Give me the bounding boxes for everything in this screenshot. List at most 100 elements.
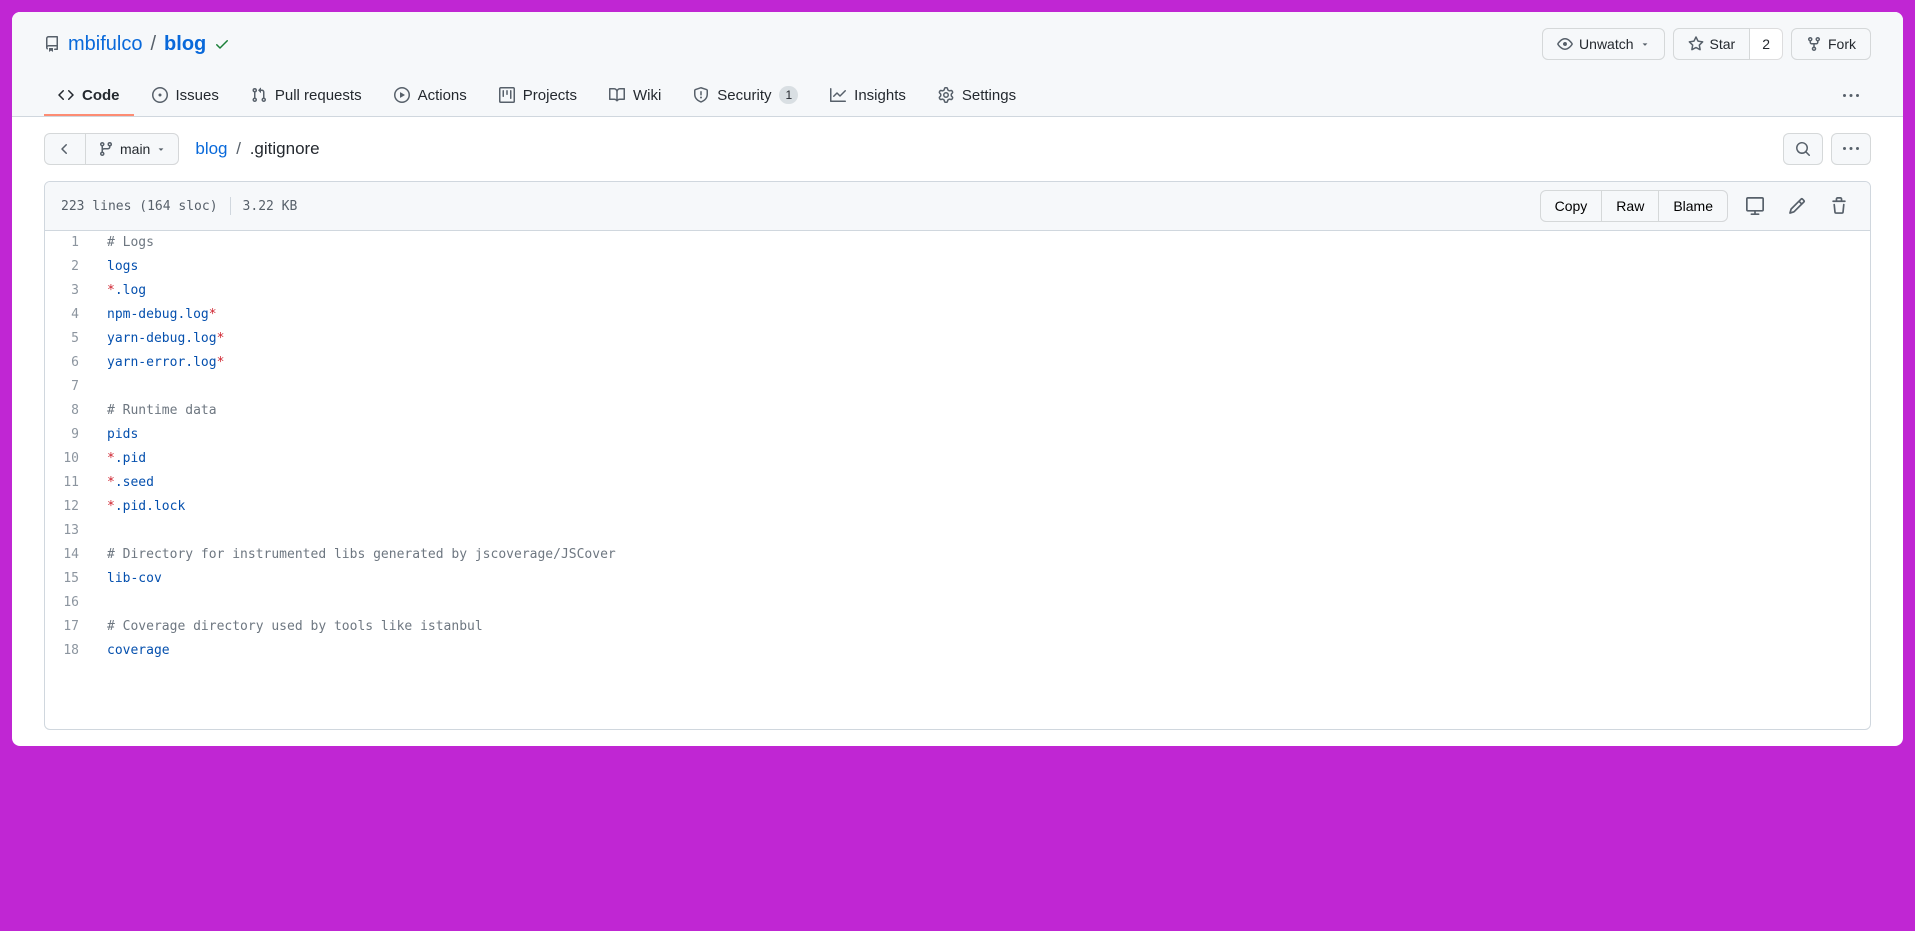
line-number[interactable]: 8 (45, 399, 95, 423)
tab-wiki-label: Wiki (633, 87, 661, 104)
repo-name-link[interactable]: blog (164, 33, 206, 56)
fork-button[interactable]: Fork (1791, 28, 1871, 60)
line-number[interactable]: 13 (45, 519, 95, 543)
code-area[interactable]: 1# Logs2logs3*.log4npm-debug.log*5yarn-d… (45, 231, 1870, 729)
line-content: logs (95, 255, 138, 279)
tab-issues[interactable]: Issues (138, 76, 233, 116)
kebab-icon (1843, 141, 1859, 157)
path-row: main blog / .gitignore (44, 133, 1871, 165)
line-content: npm-debug.log* (95, 303, 217, 327)
pull-request-icon (251, 87, 267, 103)
line-number[interactable]: 16 (45, 591, 95, 615)
file-size: 3.22 KB (243, 199, 298, 214)
tabs-overflow-button[interactable] (1831, 80, 1871, 112)
blame-button[interactable]: Blame (1659, 190, 1728, 222)
code-icon (58, 87, 74, 103)
line-number[interactable]: 7 (45, 375, 95, 399)
tab-code[interactable]: Code (44, 76, 134, 116)
line-content: *.pid (95, 447, 146, 471)
tab-settings[interactable]: Settings (924, 76, 1030, 116)
line-content: # Logs (95, 231, 154, 255)
branch-picker[interactable]: main (86, 133, 179, 165)
line-number[interactable]: 14 (45, 543, 95, 567)
line-number[interactable]: 5 (45, 327, 95, 351)
line-content: yarn-error.log* (95, 351, 224, 375)
tab-wiki[interactable]: Wiki (595, 76, 675, 116)
code-line: 3*.log (45, 279, 1870, 303)
line-number[interactable]: 18 (45, 639, 95, 663)
line-content: lib-cov (95, 567, 162, 591)
tab-pulls[interactable]: Pull requests (237, 76, 376, 116)
tab-projects[interactable]: Projects (485, 76, 591, 116)
nav-branch-group: main (44, 133, 179, 165)
line-number[interactable]: 15 (45, 567, 95, 591)
tab-settings-label: Settings (962, 87, 1016, 104)
app-window: mbifulco / blog Unwatch Star 2 (12, 12, 1903, 746)
line-number[interactable]: 4 (45, 303, 95, 327)
star-count[interactable]: 2 (1750, 28, 1783, 60)
repo-header: mbifulco / blog Unwatch Star 2 (12, 12, 1903, 117)
branch-icon (98, 141, 114, 157)
code-line: 6yarn-error.log* (45, 351, 1870, 375)
line-number[interactable]: 2 (45, 255, 95, 279)
file-view-group: Copy Raw Blame (1540, 190, 1728, 222)
line-content: pids (95, 423, 138, 447)
file-overflow-button[interactable] (1831, 133, 1871, 165)
code-line: 4npm-debug.log* (45, 303, 1870, 327)
stats-divider (230, 197, 231, 215)
copy-button[interactable]: Copy (1540, 190, 1603, 222)
tab-insights[interactable]: Insights (816, 76, 920, 116)
code-line: 17# Coverage directory used by tools lik… (45, 615, 1870, 639)
breadcrumb-root[interactable]: blog (195, 139, 227, 158)
line-number[interactable]: 10 (45, 447, 95, 471)
tab-security[interactable]: Security 1 (679, 76, 812, 116)
code-line: 14# Directory for instrumented libs gene… (45, 543, 1870, 567)
watch-button[interactable]: Unwatch (1542, 28, 1664, 60)
line-content: *.log (95, 279, 146, 303)
desktop-button[interactable] (1740, 191, 1770, 221)
line-number[interactable]: 3 (45, 279, 95, 303)
repo-owner-link[interactable]: mbifulco (68, 33, 142, 56)
line-content: *.seed (95, 471, 154, 495)
branch-name: main (120, 139, 150, 159)
line-content: *.pid.lock (95, 495, 185, 519)
line-number[interactable]: 11 (45, 471, 95, 495)
edit-button[interactable] (1782, 191, 1812, 221)
repo-tabs: Code Issues Pull requests Actions Projec… (44, 76, 1871, 116)
repo-title-row: mbifulco / blog Unwatch Star 2 (44, 28, 1871, 60)
gear-icon (938, 87, 954, 103)
content-area: main blog / .gitignore (12, 117, 1903, 746)
file-lines: 223 lines (164 sloc) (61, 199, 218, 214)
code-line: 1# Logs (45, 231, 1870, 255)
tab-projects-label: Projects (523, 87, 577, 104)
tab-actions[interactable]: Actions (380, 76, 481, 116)
line-number[interactable]: 6 (45, 351, 95, 375)
star-button[interactable]: Star (1673, 28, 1751, 60)
line-content (95, 591, 107, 615)
fork-icon (1806, 36, 1822, 52)
star-icon (1688, 36, 1704, 52)
chevron-left-icon (57, 141, 73, 157)
line-number[interactable]: 9 (45, 423, 95, 447)
file-box: 223 lines (164 sloc) 3.22 KB Copy Raw Bl… (44, 181, 1871, 730)
code-line: 16 (45, 591, 1870, 615)
delete-button[interactable] (1824, 191, 1854, 221)
line-number[interactable]: 1 (45, 231, 95, 255)
raw-button[interactable]: Raw (1602, 190, 1659, 222)
kebab-icon (1843, 88, 1859, 104)
play-icon (394, 87, 410, 103)
tab-security-label: Security (717, 87, 771, 104)
repo-icon (44, 36, 60, 52)
line-number[interactable]: 17 (45, 615, 95, 639)
graph-icon (830, 87, 846, 103)
goto-file-button[interactable] (1783, 133, 1823, 165)
fork-label: Fork (1828, 34, 1856, 54)
book-icon (609, 87, 625, 103)
caret-down-icon (156, 144, 166, 154)
code-line: 13 (45, 519, 1870, 543)
line-content: # Runtime data (95, 399, 217, 423)
line-content (95, 519, 107, 543)
file-actions: Copy Raw Blame (1540, 190, 1854, 222)
back-button[interactable] (44, 133, 86, 165)
line-number[interactable]: 12 (45, 495, 95, 519)
